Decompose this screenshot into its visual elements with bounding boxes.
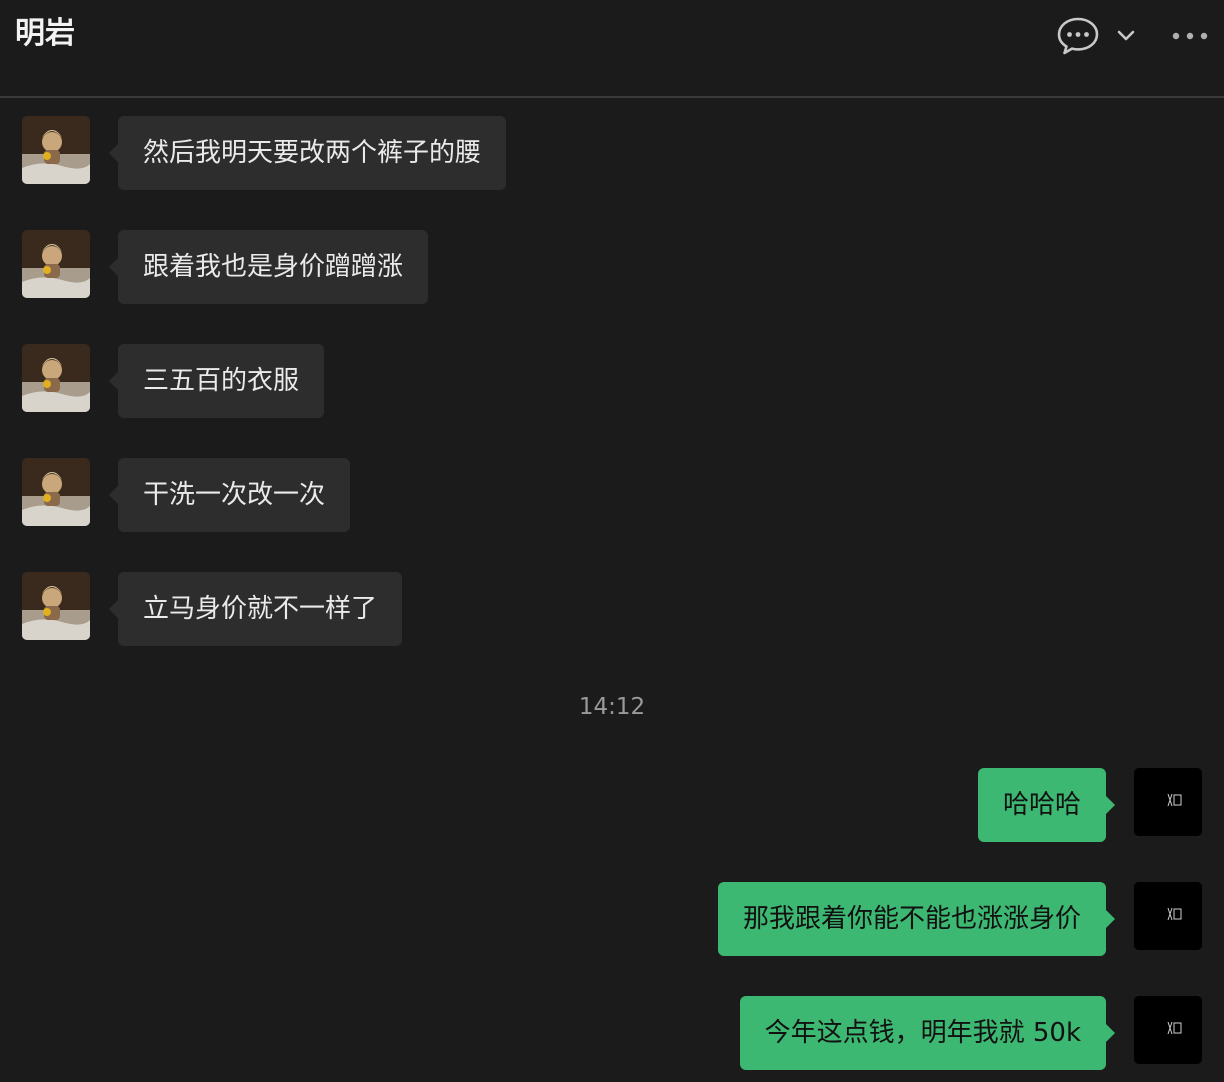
chat-bubble-icon[interactable] [1056,16,1100,56]
contact-avatar[interactable] [22,344,90,412]
message-timestamp: 14:12 [578,694,646,720]
message-row-outgoing: 今年这点钱，明年我就 50k [0,996,1224,1070]
contact-avatar[interactable] [22,116,90,184]
more-icon[interactable] [1168,22,1212,50]
contact-avatar[interactable] [22,572,90,640]
self-avatar[interactable] [1134,768,1202,836]
message-row-outgoing: 那我跟着你能不能也涨涨身价 [0,882,1224,956]
message-bubble-incoming[interactable]: 跟着我也是身价蹭蹭涨 [108,230,429,304]
message-row-incoming: 然后我明天要改两个裤子的腰 [0,116,1224,190]
message-bubble-outgoing[interactable]: 今年这点钱，明年我就 50k [739,996,1116,1070]
message-bubble-incoming[interactable]: 立马身价就不一样了 [108,572,403,646]
message-bubble-incoming[interactable]: 然后我明天要改两个裤子的腰 [108,116,507,190]
message-bubble-outgoing[interactable]: 哈哈哈 [977,768,1116,842]
message-bubble-incoming[interactable]: 三五百的衣服 [108,344,325,418]
message-row-incoming: 干洗一次改一次 [0,458,1224,532]
contact-avatar[interactable] [22,458,90,526]
message-row-incoming: 立马身价就不一样了 [0,572,1224,646]
chat-header: 明岩 [0,0,1224,98]
chevron-down-icon[interactable] [1112,22,1140,50]
message-bubble-incoming[interactable]: 干洗一次改一次 [108,458,351,532]
message-row-incoming: 三五百的衣服 [0,344,1224,418]
chat-title: 明岩 [15,16,75,51]
message-bubble-outgoing[interactable]: 那我跟着你能不能也涨涨身价 [717,882,1116,956]
message-row-incoming: 跟着我也是身价蹭蹭涨 [0,230,1224,304]
self-avatar[interactable] [1134,882,1202,950]
message-row-outgoing: 哈哈哈 [0,768,1224,842]
contact-avatar[interactable] [22,230,90,298]
self-avatar[interactable] [1134,996,1202,1064]
